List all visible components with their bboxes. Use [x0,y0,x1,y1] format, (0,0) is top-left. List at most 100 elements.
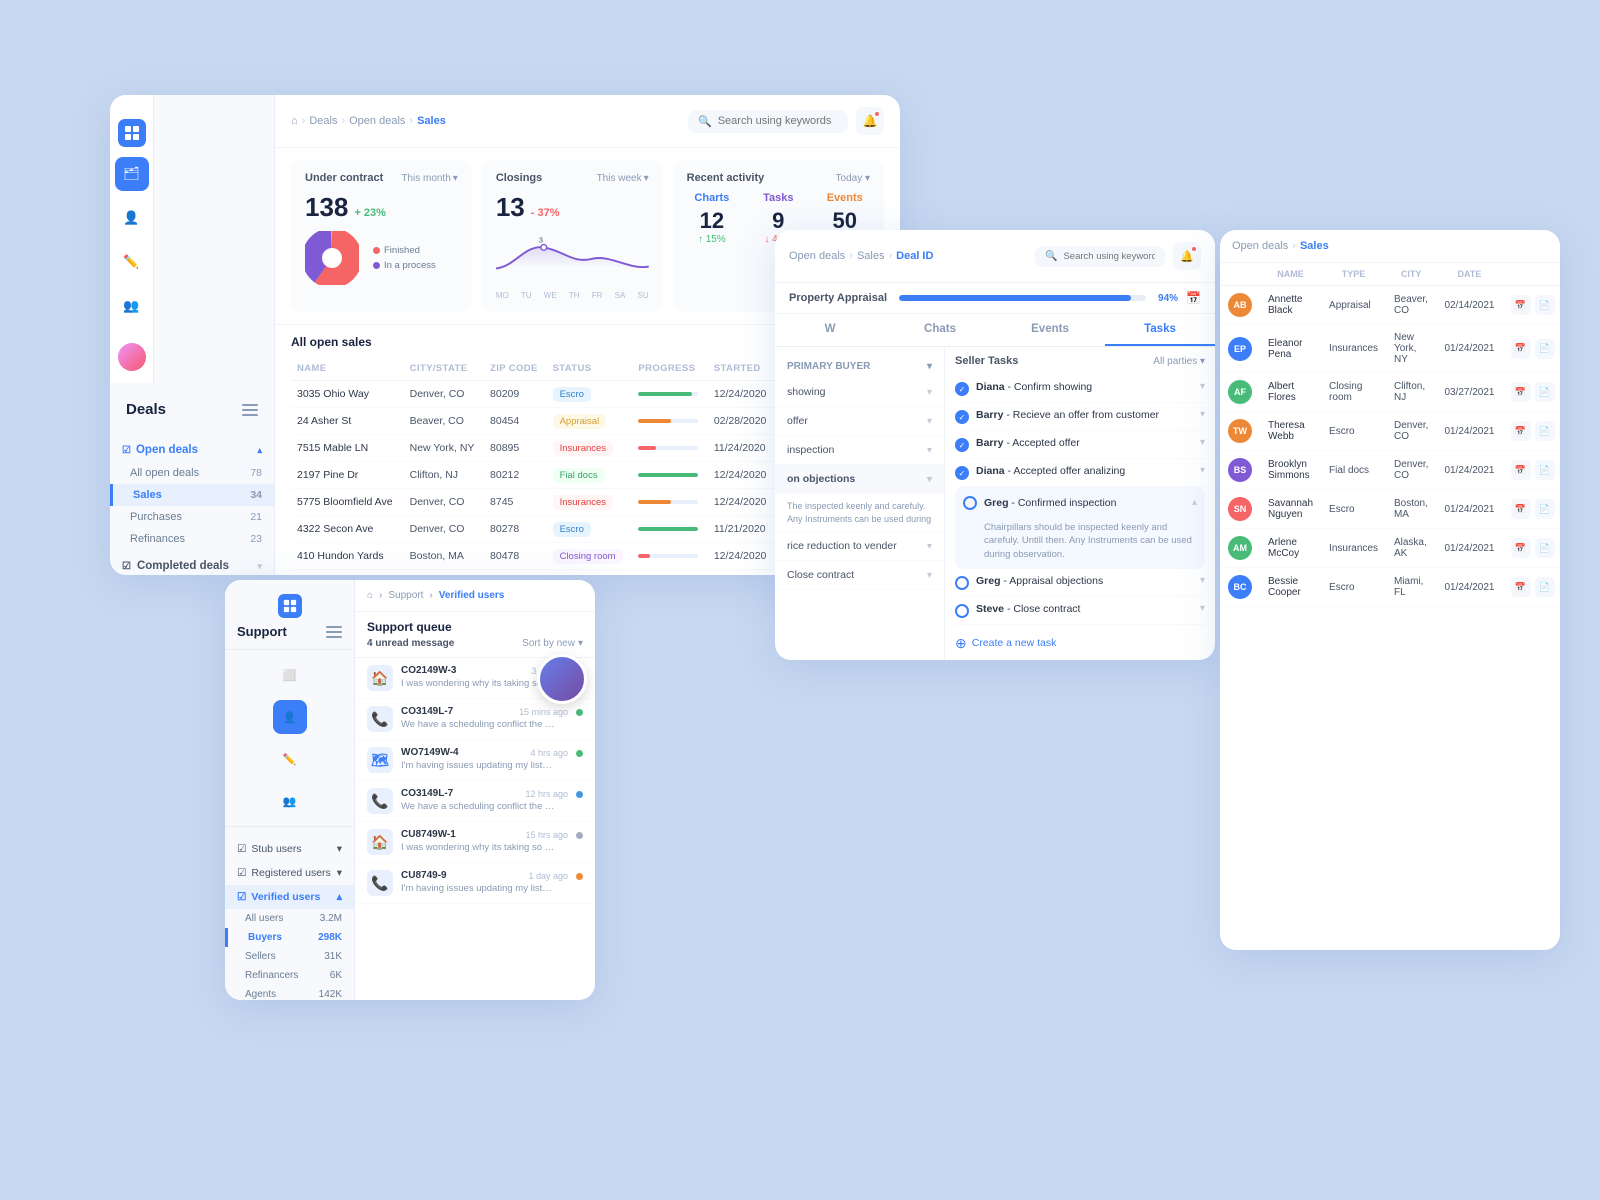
support-nav-icon3[interactable]: ✏️ [273,742,307,776]
support-menu-toggle[interactable] [326,626,342,638]
queue-item[interactable]: 📞 CU8749-9 1 day ago I'm having issues u… [355,863,595,904]
notification-button[interactable]: 🔔 [856,107,884,135]
search-input[interactable] [718,115,838,127]
recent-activity-period[interactable]: Today ▾ [836,173,870,184]
user-avatar[interactable] [118,343,146,371]
deal-id-crumb[interactable]: Deal ID [896,250,933,262]
action-calendar[interactable]: 📅 [1511,295,1531,315]
sales-crumb[interactable]: Sales [857,250,885,262]
task-item[interactable]: Greg - Confirmed inspection ▴ Chairpilla… [955,487,1205,569]
action-doc[interactable]: 📄 [1535,339,1555,359]
support-crumb[interactable]: Support [388,590,423,601]
task-item[interactable]: Barry - Accepted offer ▾ [955,431,1205,459]
stage-showing[interactable]: showing ▾ [775,378,944,407]
menu-sales[interactable]: Sales 34 [110,484,274,506]
open-deals-crumb2[interactable]: Open deals [1232,240,1288,252]
all-users-sub[interactable]: All users 3.2M [225,909,354,928]
action-doc[interactable]: 📄 [1535,499,1555,519]
rp-table-row[interactable]: TW Theresa Webb Escro Denver, CO 01/24/2… [1220,412,1560,451]
task-checkbox[interactable] [955,604,969,618]
calendar-icon[interactable]: 📅 [1186,291,1201,305]
action-close[interactable]: ✕ [1559,421,1561,441]
queue-item[interactable]: 📞 CO3149L-7 12 hrs ago We have a schedul… [355,781,595,822]
action-doc[interactable]: 📄 [1535,460,1555,480]
action-calendar[interactable]: 📅 [1511,460,1531,480]
action-calendar[interactable]: 📅 [1511,577,1531,597]
tab-events[interactable]: Events [995,314,1105,346]
task-checkbox[interactable] [955,466,969,480]
refinancers-sub[interactable]: Refinancers 6K [225,966,354,985]
sales-crumb2[interactable]: Sales [1300,240,1329,252]
under-contract-period[interactable]: This month ▾ [401,173,458,184]
task-checkbox[interactable] [955,576,969,590]
verified-users-item[interactable]: ☑Verified users ▴ [225,885,354,909]
stage-inspection[interactable]: inspection ▾ [775,436,944,465]
task-item[interactable]: Greg - Appraisal objections ▾ [955,569,1205,597]
task-item[interactable]: Barry - Recieve an offer from customer ▾ [955,403,1205,431]
breadcrumb-open-deals[interactable]: Open deals [349,115,405,127]
action-doc[interactable]: 📄 [1535,295,1555,315]
action-doc[interactable]: 📄 [1535,382,1555,402]
rp-table-row[interactable]: AM Arlene McCoy Insurances Alaska, AK 01… [1220,529,1560,568]
queue-item[interactable]: 🏠 CU8749W-1 15 hrs ago I was wondering w… [355,822,595,863]
stub-users-item[interactable]: ☑Stub users ▾ [225,837,354,861]
menu-toggle[interactable] [242,404,258,416]
completed-deals-header[interactable]: ☑ Completed deals ▾ [110,554,274,575]
registered-users-item[interactable]: ☑Registered users ▾ [225,861,354,885]
breadcrumb-sales[interactable]: Sales [417,115,446,127]
action-close[interactable]: ✕ [1559,499,1561,519]
action-close[interactable]: ✕ [1559,460,1561,480]
tab-chats[interactable]: Chats [885,314,995,346]
detail-search-input[interactable] [1063,251,1155,262]
support-logo[interactable] [278,594,302,618]
detail-notification-button[interactable]: 🔔 [1173,242,1201,270]
tab-tasks[interactable]: Tasks [1105,314,1215,346]
action-calendar[interactable]: 📅 [1511,339,1531,359]
breadcrumb-deals[interactable]: Deals [309,115,337,127]
action-calendar[interactable]: 📅 [1511,499,1531,519]
stage-close-contract[interactable]: Close contract ▾ [775,561,944,590]
action-close[interactable]: ✕ [1559,382,1561,402]
buyer-label[interactable]: Primary buyer ▾ [775,355,944,378]
menu-purchases[interactable]: Purchases 21 [110,506,274,528]
action-calendar[interactable]: 📅 [1511,421,1531,441]
nav-edit-icon[interactable]: ✏️ [115,245,149,279]
rp-table-row[interactable]: BC Bessie Cooper Escro Miami, FL 01/24/2… [1220,568,1560,607]
task-checkbox[interactable] [955,382,969,396]
action-close[interactable]: ✕ [1559,538,1561,558]
app-logo[interactable] [118,119,146,147]
tab-w[interactable]: W [775,314,885,346]
stage-offer[interactable]: offer ▾ [775,407,944,436]
rp-table-row[interactable]: AB Annette Black Appraisal Beaver, CO 02… [1220,286,1560,325]
rp-table-row[interactable]: BS Brooklyn Simmons Fial docs Denver, CO… [1220,451,1560,490]
action-calendar[interactable]: 📅 [1511,538,1531,558]
menu-all-open-deals[interactable]: All open deals 78 [110,462,274,484]
support-nav-icon2[interactable]: 👤 [273,700,307,734]
closings-period[interactable]: This week ▾ [597,173,649,184]
task-checkbox[interactable] [963,496,977,510]
open-deals-header[interactable]: ☑ Open deals ▴ [110,438,274,462]
rp-table-row[interactable]: SN Savannah Nguyen Escro Boston, MA 01/2… [1220,490,1560,529]
all-parties-button[interactable]: All parties ▾ [1153,356,1205,367]
task-item[interactable]: Diana - Confirm showing ▾ [955,375,1205,403]
agents-sub[interactable]: Agents 142K [225,985,354,1000]
support-nav-icon4[interactable]: 👥 [273,784,307,818]
menu-refinances[interactable]: Refinances 23 [110,528,274,550]
buyers-sub[interactable]: Buyers 298K [225,928,354,947]
nav-deals-icon[interactable]: 🗂 [115,157,149,191]
rp-table-row[interactable]: EP Eleanor Pena Insurances New York, NY … [1220,325,1560,373]
open-deals-crumb[interactable]: Open deals [789,250,845,262]
stage-price-reduction[interactable]: rice reduction to vender ▾ [775,532,944,561]
task-item[interactable]: Diana - Accepted offer analizing ▾ [955,459,1205,487]
support-nav-icon1[interactable]: ⬜ [273,658,307,692]
create-task-button[interactable]: ⊕ Create a new task [955,635,1205,652]
verified-crumb[interactable]: Verified users [439,590,505,601]
queue-item[interactable]: 📞 CO3149L-7 15 mins ago We have a schedu… [355,699,595,740]
task-checkbox[interactable] [955,438,969,452]
sellers-sub[interactable]: Sellers 31K [225,947,354,966]
nav-users-icon[interactable]: 👤 [115,201,149,235]
charts-tab[interactable]: Charts 12 ↑ 15% [687,192,737,245]
task-checkbox[interactable] [955,410,969,424]
rp-table-row[interactable]: AF Albert Flores Closing room Clifton, N… [1220,373,1560,412]
stage-objections[interactable]: on objections ▴ [775,465,944,494]
